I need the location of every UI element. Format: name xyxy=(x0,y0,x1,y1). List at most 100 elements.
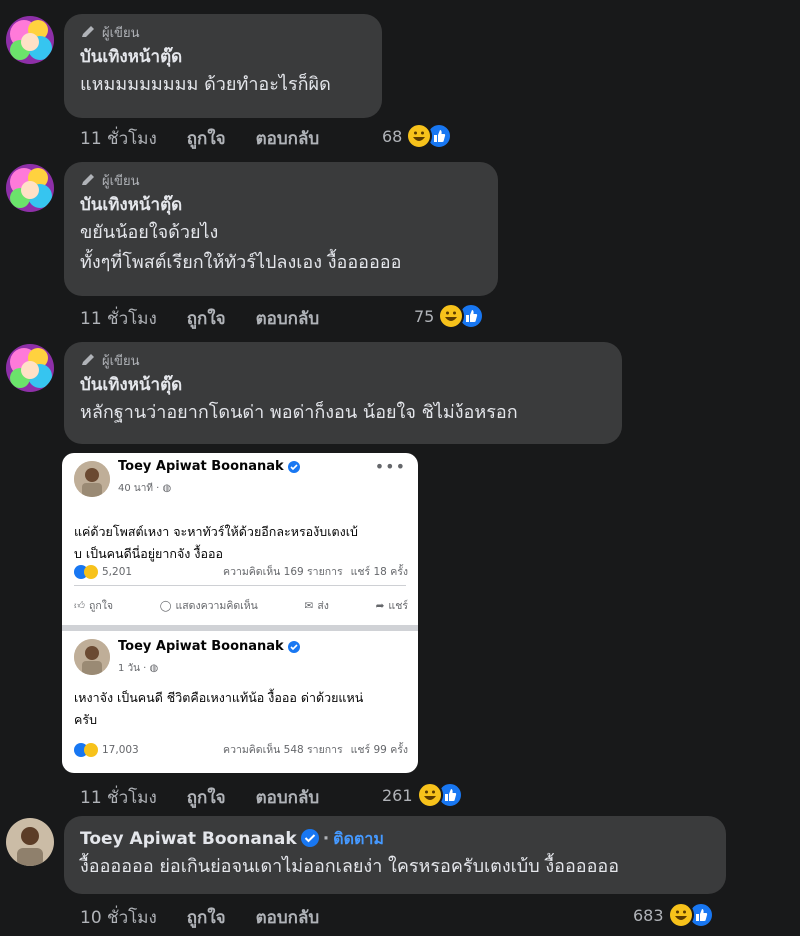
commenter-name[interactable]: Toey Apiwat Boonanak xyxy=(80,829,297,849)
avatar-colorful-icon xyxy=(6,344,54,392)
post-avatar xyxy=(74,461,110,497)
reaction-summary[interactable]: 261 xyxy=(382,782,463,808)
post-comment-action: ◯ แสดงความคิดเห็น xyxy=(159,599,258,613)
pen-icon xyxy=(82,174,94,185)
post-reaction-count: 5,201 xyxy=(102,565,133,578)
comment-time[interactable]: 11 ชั่วโมง xyxy=(80,125,157,152)
comment-text: งื้ออออออ ย่อเกินย่อจนเดาไม่ออกเลยง่า ใค… xyxy=(80,856,620,877)
commenter-name[interactable]: บันเทิงหน้าตุ๊ด xyxy=(80,372,606,398)
post-meta: 1 วัน · ◍ xyxy=(118,661,158,676)
comment-bubble: Toey Apiwat Boonanak · ติดตาม งื้ออออออ ย่… xyxy=(64,816,726,894)
like-button[interactable]: ถูกใจ xyxy=(187,125,226,152)
separator-dot: · xyxy=(322,829,330,849)
comment-time[interactable]: 11 ชั่วโมง xyxy=(80,305,157,332)
post-reaction-count: 17,003 xyxy=(102,743,139,756)
globe-icon: ◍ xyxy=(149,663,159,674)
verified-icon xyxy=(287,640,300,653)
post-avatar xyxy=(74,639,110,675)
comment-time[interactable]: 11 ชั่วโมง xyxy=(80,784,157,811)
post-stats: 17,003 ความคิดเห็น 548 รายการ แชร์ 99 คร… xyxy=(74,741,408,758)
avatar-colorful-icon xyxy=(6,164,54,212)
reaction-summary[interactable]: 75 xyxy=(414,303,485,329)
author-badge-label: ผู้เขียน xyxy=(102,353,140,369)
author-badge-label: ผู้เขียน xyxy=(102,25,140,41)
post-time: 1 วัน · xyxy=(118,663,150,674)
more-options-icon: ••• xyxy=(374,457,406,476)
attached-screenshot[interactable]: Toey Apiwat Boonanak 40 นาที · ◍ ••• แค่… xyxy=(62,453,418,773)
avatar-colorful-icon xyxy=(6,16,54,64)
commenter-name[interactable]: บันเทิงหน้าตุ๊ด xyxy=(80,192,482,218)
author-badge: ผู้เขียน xyxy=(80,350,606,370)
comment-text-line-1: ขยันน้อยใจด้วยไง xyxy=(80,222,219,243)
post-body: แค่ด้วยโพสต์เหงา จะหาทัวร์ให้ด้วยอีกละหร… xyxy=(74,521,410,565)
reaction-summary[interactable]: 683 xyxy=(633,902,714,928)
post-body-line-2: ครับ xyxy=(74,712,98,727)
post-send-action: ✉ ส่ง xyxy=(304,599,329,613)
comment-icon: ◯ xyxy=(159,599,172,612)
haha-icon xyxy=(416,782,443,808)
divider xyxy=(74,585,406,586)
avatar[interactable] xyxy=(6,16,54,64)
post-body-line-2: บ เป็นคนดีนี่อยู่ยากจัง งื้อออ xyxy=(74,546,223,561)
haha-icon xyxy=(84,564,98,579)
author-badge: ผู้เขียน xyxy=(80,22,366,42)
haha-icon xyxy=(406,123,433,149)
comment-text-line-2: ทั้งๆที่โพสต์เรียกให้ทัวร์ไปลงเอง งื้อออ… xyxy=(80,252,402,273)
post-share-count: แชร์ 18 ครั้ง xyxy=(350,566,408,578)
pen-icon xyxy=(82,354,94,365)
reaction-count: 261 xyxy=(382,785,413,805)
post-body: เหงาจัง เป็นคนดี ชีวิตคือเหงาแท้น้อ งื้อ… xyxy=(74,687,410,731)
messenger-icon: ✉ xyxy=(304,599,314,612)
share-icon: ➦ xyxy=(375,599,385,612)
reply-button[interactable]: ตอบกลับ xyxy=(256,305,320,332)
post-share-count: แชร์ 99 ครั้ง xyxy=(350,744,408,756)
post-like-action: 👍︎ ถูกใจ xyxy=(74,600,113,612)
commenter-name[interactable]: บันเทิงหน้าตุ๊ด xyxy=(80,44,366,70)
comment-text: หลักฐานว่าอยากโดนด่า พอด่าก็งอน น้อยใจ ช… xyxy=(80,402,518,423)
thumb-icon: 👍︎ xyxy=(74,600,85,612)
comment-bubble: ผู้เขียน บันเทิงหน้าตุ๊ด แหมมมมมมมม ด้วย… xyxy=(64,14,382,118)
comment-actions: 11 ชั่วโมง ถูกใจ ตอบกลับ xyxy=(80,303,319,333)
post-time: 40 นาที · xyxy=(118,483,163,494)
reaction-summary[interactable]: 68 xyxy=(382,123,453,149)
post-separator xyxy=(62,625,418,631)
like-button[interactable]: ถูกใจ xyxy=(187,904,226,931)
commenter-name-row: Toey Apiwat Boonanak · ติดตาม xyxy=(80,826,710,852)
comment-time[interactable]: 10 ชั่วโมง xyxy=(80,904,157,931)
reply-button[interactable]: ตอบกลับ xyxy=(256,904,320,931)
comment-actions: 10 ชั่วโมง ถูกใจ ตอบกลับ xyxy=(80,902,319,932)
reply-button[interactable]: ตอบกลับ xyxy=(256,125,320,152)
haha-icon xyxy=(438,303,465,329)
reaction-count: 75 xyxy=(414,306,435,326)
comment-bubble: ผู้เขียน บันเทิงหน้าตุ๊ด ขยันน้อยใจด้วยไ… xyxy=(64,162,498,296)
post-body-line-1: เหงาจัง เป็นคนดี ชีวิตคือเหงาแท้น้อ งื้อ… xyxy=(74,690,364,705)
haha-icon xyxy=(667,902,694,928)
post-author-name: Toey Apiwat Boonanak xyxy=(118,639,300,654)
reply-button[interactable]: ตอบกลับ xyxy=(256,784,320,811)
reaction-count: 683 xyxy=(633,905,664,925)
author-badge: ผู้เขียน xyxy=(80,170,482,190)
like-button[interactable]: ถูกใจ xyxy=(187,784,226,811)
post-author-label: Toey Apiwat Boonanak xyxy=(118,459,284,474)
post-author-name: Toey Apiwat Boonanak xyxy=(118,459,300,474)
author-badge-label: ผู้เขียน xyxy=(102,173,140,189)
post-comment-count: ความคิดเห็น 169 รายการ xyxy=(223,566,343,578)
comment-text: แหมมมมมมมม ด้วยทำอะไรก็ผิด xyxy=(80,74,331,95)
reaction-count: 68 xyxy=(382,126,403,146)
post-comment-count: ความคิดเห็น 548 รายการ xyxy=(223,744,343,756)
comment-actions: 11 ชั่วโมง ถูกใจ ตอบกลับ xyxy=(80,782,319,812)
post-share-action: ➦ แชร์ xyxy=(375,599,408,613)
post-actions: 👍︎ ถูกใจ ◯ แสดงความคิดเห็น ✉ ส่ง ➦ แชร์ xyxy=(74,597,408,614)
haha-icon xyxy=(84,742,98,757)
verified-icon xyxy=(300,829,319,847)
post-body-line-1: แค่ด้วยโพสต์เหงา จะหาทัวร์ให้ด้วยอีกละหร… xyxy=(74,524,358,539)
follow-button[interactable]: ติดตาม xyxy=(333,829,384,848)
pen-icon xyxy=(82,26,94,37)
avatar[interactable] xyxy=(6,818,54,866)
avatar[interactable] xyxy=(6,164,54,212)
post-author-label: Toey Apiwat Boonanak xyxy=(118,639,284,654)
like-button[interactable]: ถูกใจ xyxy=(187,305,226,332)
avatar[interactable] xyxy=(6,344,54,392)
comment-actions: 11 ชั่วโมง ถูกใจ ตอบกลับ xyxy=(80,123,319,153)
comment-bubble: ผู้เขียน บันเทิงหน้าตุ๊ด หลักฐานว่าอยากโ… xyxy=(64,342,622,444)
